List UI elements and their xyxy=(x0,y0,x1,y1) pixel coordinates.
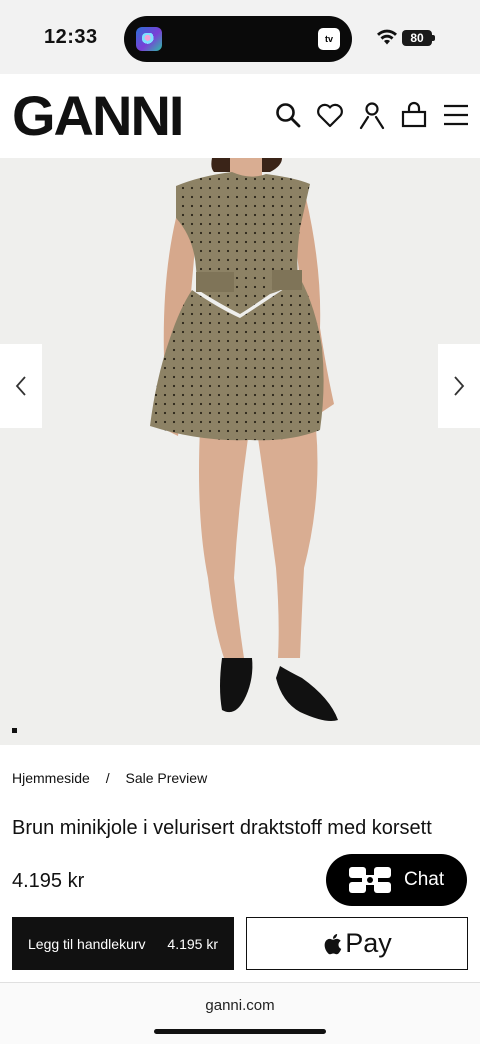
carousel-prev-button[interactable] xyxy=(0,344,42,428)
product-title: Brun minikjole i velurisert draktstoff m… xyxy=(12,817,432,839)
apple-pay-button[interactable]: Pay xyxy=(246,917,468,970)
breadcrumb-separator: / xyxy=(105,770,110,786)
carousel-next-button[interactable] xyxy=(438,344,480,428)
chevron-left-icon xyxy=(15,376,26,396)
product-photo xyxy=(150,158,338,721)
island-app-icon xyxy=(136,27,162,51)
ganni-logo[interactable]: GANNI xyxy=(12,88,184,144)
breadcrumb-home-link[interactable]: Hjemmeside xyxy=(12,770,90,786)
breadcrumb-sale-preview-link[interactable]: Sale Preview xyxy=(125,770,207,786)
chat-button[interactable]: Chat xyxy=(326,854,467,906)
status-bar: 12:33 tv 80 xyxy=(0,0,480,74)
url-text[interactable]: ganni.com xyxy=(0,997,480,1014)
search-icon[interactable] xyxy=(273,100,303,130)
browser-address-bar[interactable]: ganni.com xyxy=(0,982,480,1044)
heart-icon[interactable] xyxy=(315,100,345,130)
breadcrumb: Hjemmeside / Sale Preview xyxy=(12,770,207,786)
wifi-icon xyxy=(377,29,397,45)
chevron-right-icon xyxy=(454,376,465,396)
site-header: GANNI xyxy=(0,74,480,158)
add-to-cart-label: Legg til handlekurv xyxy=(28,935,146,952)
menu-icon[interactable] xyxy=(442,100,472,130)
battery-indicator: 80 xyxy=(402,30,432,46)
status-time: 12:33 xyxy=(44,26,98,48)
product-image-carousel[interactable] xyxy=(0,158,480,745)
chat-label: Chat xyxy=(404,869,445,890)
carousel-indicator[interactable] xyxy=(12,728,17,733)
apple-pay-label: Pay xyxy=(345,928,392,958)
apple-icon xyxy=(324,933,342,954)
chat-logo-icon xyxy=(349,867,391,893)
account-icon[interactable] xyxy=(357,100,387,130)
add-to-cart-button[interactable]: Legg til handlekurv 4.195 kr xyxy=(12,917,234,970)
product-price: 4.195 kr xyxy=(12,870,85,892)
apple-tv-icon: tv xyxy=(318,28,340,50)
bag-icon[interactable] xyxy=(399,100,429,130)
battery-tip xyxy=(432,35,435,41)
add-to-cart-price: 4.195 kr xyxy=(167,935,218,952)
home-indicator[interactable] xyxy=(154,1029,326,1034)
dynamic-island: tv xyxy=(124,16,352,62)
